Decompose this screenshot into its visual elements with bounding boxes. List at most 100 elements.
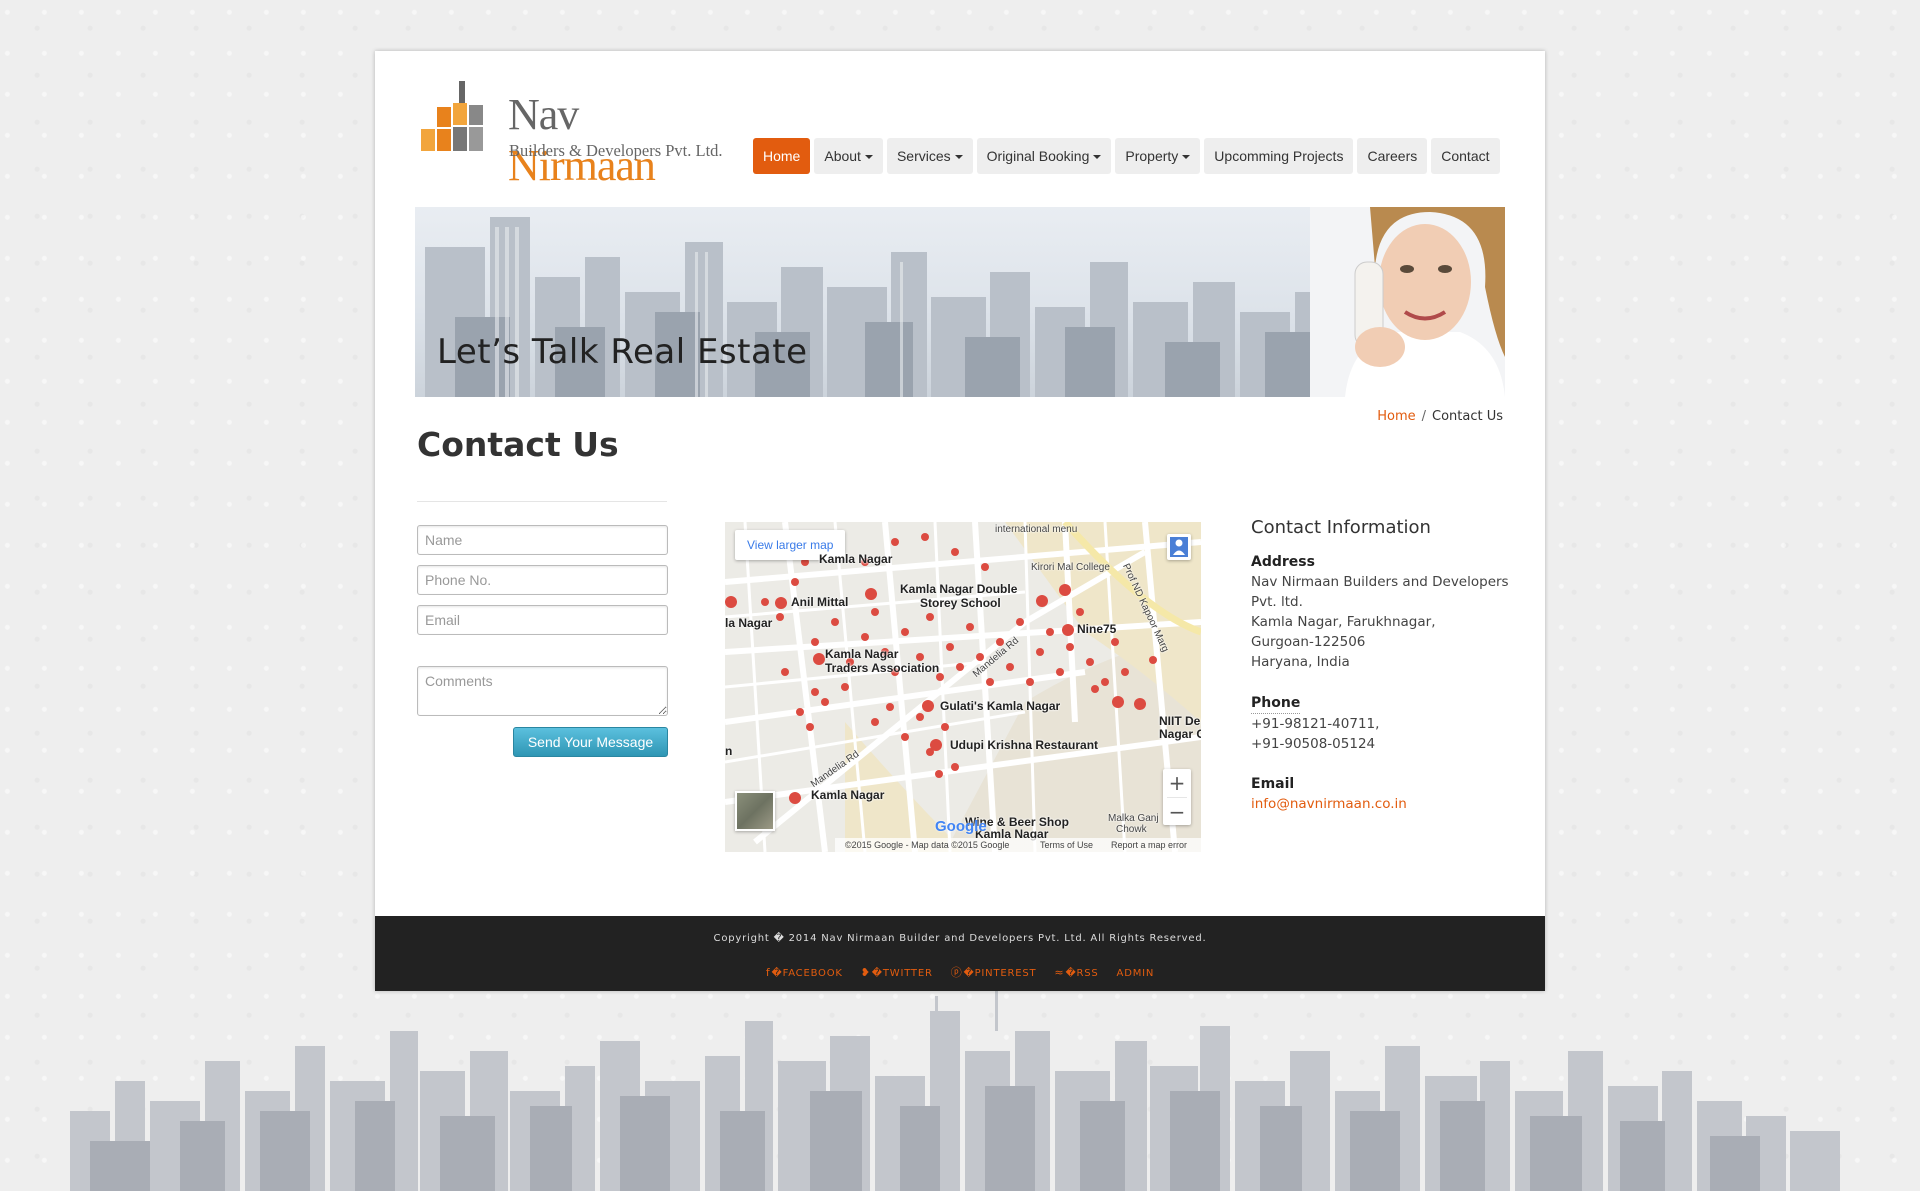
footer-link-label: �PINTEREST bbox=[963, 968, 1037, 979]
zoom-out-button[interactable]: − bbox=[1163, 798, 1191, 826]
zoom-in-button[interactable]: + bbox=[1163, 769, 1191, 797]
nav-item-contact[interactable]: Contact bbox=[1431, 138, 1500, 174]
email-link[interactable]: info@navnirmaan.co.in bbox=[1251, 794, 1521, 814]
map-report-link[interactable]: Report a map error bbox=[1111, 840, 1187, 850]
banner-title: Let’s Talk Real Estate bbox=[437, 332, 808, 372]
footer-link-twitter[interactable]: ❥�TWITTER bbox=[860, 966, 933, 979]
page-container: Nav Nirmaan Builders & Developers Pvt. L… bbox=[375, 51, 1545, 991]
footer-link-label: �FACEBOOK bbox=[771, 968, 843, 979]
nav-item-property[interactable]: Property bbox=[1115, 138, 1201, 174]
map-label: Kamla Nagar Double bbox=[900, 582, 1018, 596]
google-map[interactable]: View larger map international menu Kamla… bbox=[725, 522, 1201, 852]
map-label: Storey School bbox=[920, 596, 1001, 610]
logo-wordmark: Nav Nirmaan bbox=[508, 89, 719, 191]
map-label: la Nagar bbox=[725, 616, 773, 630]
map-label: n bbox=[725, 744, 733, 758]
caret-down-icon bbox=[1093, 155, 1102, 160]
map-label: Kirori Mal College bbox=[1031, 562, 1110, 573]
map-terms-link[interactable]: Terms of Use bbox=[1040, 840, 1093, 850]
google-logo: Google bbox=[935, 818, 987, 835]
nav-item-careers[interactable]: Careers bbox=[1357, 138, 1428, 174]
contact-heading: Contact Information bbox=[1251, 517, 1431, 538]
skyline-background bbox=[70, 991, 1840, 1191]
map-label: Nine75 bbox=[1077, 622, 1117, 636]
address-line: Nav Nirmaan Builders and Developers bbox=[1251, 574, 1509, 590]
footer-link-label: �TWITTER bbox=[871, 968, 933, 979]
email-field[interactable] bbox=[417, 605, 668, 635]
twitter-icon: ❥ bbox=[860, 966, 871, 979]
footer-link-label: �RSS bbox=[1065, 968, 1099, 979]
address-line: Gurgoan-122506 bbox=[1251, 634, 1366, 650]
nav-item-label: Home bbox=[763, 148, 801, 164]
footer-link-admin[interactable]: ADMIN bbox=[1117, 968, 1155, 979]
address-line: Pvt. ltd. bbox=[1251, 594, 1303, 610]
social-links: f�FACEBOOK ❥�TWITTER ⓟ�PINTEREST ≈�RSS ADMIN bbox=[375, 964, 1545, 980]
nav-item-about[interactable]: About bbox=[814, 138, 883, 174]
main-nav: Home About Services Original Booking Propert… bbox=[753, 138, 1500, 174]
logo-tagline: Builders & Developers Pvt. Ltd. bbox=[509, 141, 723, 160]
logo-blocks-icon bbox=[421, 81, 483, 151]
map-label: Kamla Nagar bbox=[825, 647, 899, 661]
map-label: Nagar C bbox=[1159, 727, 1201, 741]
copyright-text: Copyright � 2014 Nav Nirmaan Builder and… bbox=[713, 933, 1207, 944]
address-label: Address bbox=[1251, 554, 1315, 570]
phone-label: Phone bbox=[1251, 693, 1301, 714]
banner-woman-image bbox=[1310, 207, 1505, 397]
rss-icon: ≈ bbox=[1054, 966, 1065, 979]
map-copyright: ©2015 Google - Map data ©2015 Google bbox=[845, 840, 1010, 850]
send-message-button[interactable]: Send Your Message bbox=[513, 727, 668, 757]
comments-field[interactable] bbox=[417, 666, 668, 716]
map-label: Udupi Krishna Restaurant bbox=[950, 738, 1099, 752]
nav-item-label: About bbox=[824, 148, 861, 164]
nav-item-label: Property bbox=[1125, 148, 1179, 164]
phone-number: +91-90508-05124 bbox=[1251, 736, 1376, 752]
phone-number: +91-98121-40711, bbox=[1251, 716, 1380, 732]
name-field[interactable] bbox=[417, 525, 668, 555]
nav-item-label: Services bbox=[896, 148, 951, 164]
email-label: Email bbox=[1251, 776, 1295, 792]
map-zoom-control: + − bbox=[1163, 769, 1191, 825]
caret-down-icon bbox=[954, 155, 963, 160]
map-label: Gulati's Kamla Nagar bbox=[940, 699, 1061, 713]
nav-item-label: Upcomming Projects bbox=[1214, 148, 1344, 164]
footer-link-facebook[interactable]: f�FACEBOOK bbox=[765, 966, 843, 979]
form-divider bbox=[417, 501, 667, 502]
breadcrumb-separator: / bbox=[1421, 409, 1426, 424]
map-label: Traders Association bbox=[825, 661, 940, 675]
site-footer: Copyright � 2014 Nav Nirmaan Builder and… bbox=[375, 916, 1545, 991]
logo[interactable]: Nav Nirmaan Builders & Developers Pvt. L… bbox=[419, 81, 723, 190]
nav-item-services[interactable]: Services bbox=[886, 138, 973, 174]
address-line: Kamla Nagar, Farukhnagar, bbox=[1251, 614, 1436, 630]
nav-item-upcomming-projects[interactable]: Upcomming Projects bbox=[1204, 138, 1354, 174]
footer-link-label: ADMIN bbox=[1116, 968, 1155, 979]
breadcrumb-home-link[interactable]: Home bbox=[1377, 409, 1415, 424]
nav-item-home[interactable]: Home bbox=[753, 138, 811, 174]
breadcrumb-current: Contact Us bbox=[1432, 409, 1503, 424]
facebook-icon: f bbox=[765, 966, 771, 979]
satellite-toggle[interactable] bbox=[735, 791, 775, 831]
map-label: Kamla Nagar bbox=[819, 552, 893, 566]
caret-down-icon bbox=[864, 155, 873, 160]
page-title: Contact Us bbox=[417, 425, 619, 464]
hero-banner: Let’s Talk Real Estate bbox=[415, 207, 1505, 397]
logo-name-nav: Nav bbox=[508, 90, 579, 139]
map-label: international menu bbox=[995, 524, 1078, 535]
nav-item-original-booking[interactable]: Original Booking bbox=[976, 138, 1112, 174]
nav-item-label: Contact bbox=[1441, 148, 1490, 164]
caret-down-icon bbox=[1182, 155, 1191, 160]
nav-item-label: Original Booking bbox=[986, 148, 1090, 164]
phone-field[interactable] bbox=[417, 565, 668, 595]
pinterest-icon: ⓟ bbox=[950, 966, 963, 979]
map-label: NIIT De bbox=[1159, 714, 1201, 728]
map-label: Malka Ganj bbox=[1108, 813, 1159, 824]
map-label: Anil Mittal bbox=[791, 595, 849, 609]
nav-item-label: Careers bbox=[1367, 148, 1418, 164]
footer-link-rss[interactable]: ≈�RSS bbox=[1054, 966, 1099, 979]
footer-link-pinterest[interactable]: ⓟ�PINTEREST bbox=[950, 966, 1037, 979]
breadcrumb: Home / Contact Us bbox=[1377, 409, 1503, 424]
map-label: Kamla Nagar bbox=[811, 788, 885, 802]
street-view-pegman-icon[interactable] bbox=[1167, 534, 1191, 560]
contact-information: Contact Information Address Nav Nirmaan … bbox=[1251, 517, 1521, 814]
map-label: Chowk bbox=[1116, 824, 1147, 835]
